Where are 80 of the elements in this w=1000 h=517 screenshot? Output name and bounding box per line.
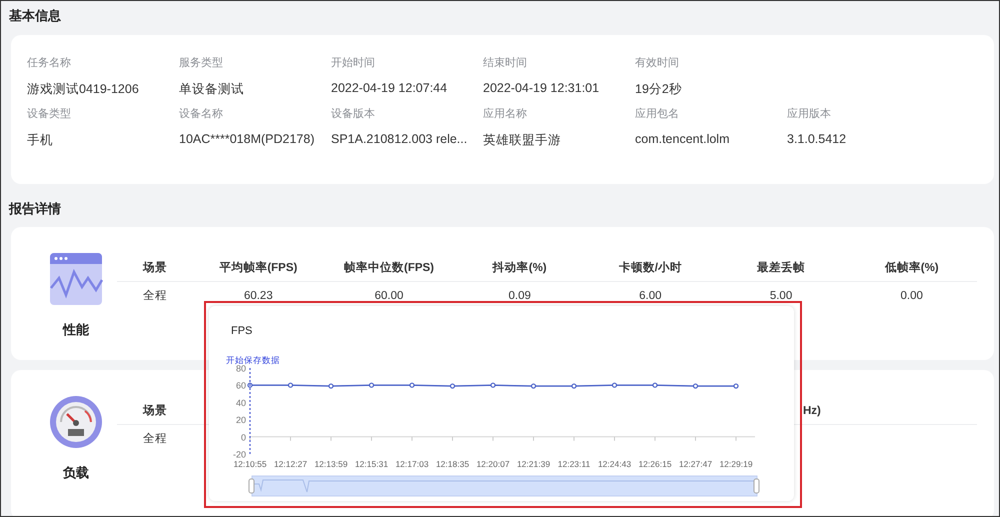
zoom-slider[interactable] bbox=[248, 476, 760, 496]
y-tick-label: 60 bbox=[236, 380, 246, 391]
column-header: 最差丢帧 bbox=[757, 260, 806, 275]
x-tick-label: 12:24:43 bbox=[598, 459, 632, 469]
field-value: 2022-04-19 12:31:01 bbox=[483, 81, 600, 95]
chart-title: FPS bbox=[231, 325, 252, 337]
card-title: 负载 bbox=[63, 464, 89, 482]
x-tick-label: 12:20:07 bbox=[476, 459, 510, 469]
x-tick-label: 12:29:19 bbox=[719, 459, 753, 469]
data-point bbox=[409, 382, 415, 388]
y-tick-label: 0 bbox=[240, 432, 246, 442]
column-header: 低帧率(%) bbox=[884, 260, 939, 275]
column-header: 场景 bbox=[143, 262, 167, 274]
table-cell: 0.09 bbox=[508, 290, 531, 302]
column-header: 抖动率(%) bbox=[492, 260, 547, 275]
field-value: 英雄联盟手游 bbox=[483, 132, 561, 149]
data-point bbox=[733, 383, 739, 389]
column-header: 平均帧率(FPS) bbox=[219, 260, 298, 275]
column-header: 卡顿数/小时 bbox=[618, 260, 682, 275]
data-point bbox=[571, 383, 577, 389]
field-label: 应用包名 bbox=[635, 106, 679, 121]
field-label: 应用版本 bbox=[787, 106, 831, 121]
gauge-icon bbox=[49, 395, 103, 449]
annotation-label: 开始保存数据 bbox=[226, 355, 280, 365]
field-label: 任务名称 bbox=[27, 56, 71, 70]
y-tick-label: -20 bbox=[232, 450, 246, 460]
x-tick-label: 12:23:11 bbox=[558, 459, 590, 469]
field-label: 服务类型 bbox=[179, 56, 223, 70]
x-tick-label: 12:27:47 bbox=[678, 459, 712, 469]
field-value: SP1A.210812.003 rele... bbox=[331, 132, 468, 146]
table-cell: 全程 bbox=[143, 290, 167, 302]
x-tick-label: 12:12:27 bbox=[274, 459, 308, 469]
field-value: 手机 bbox=[27, 132, 53, 149]
data-point bbox=[692, 383, 698, 389]
table-cell: 全程 bbox=[143, 433, 167, 445]
field-label: 设备版本 bbox=[331, 107, 375, 121]
section-title: 基本信息 bbox=[9, 7, 61, 25]
x-tick-label: 12:10:55 bbox=[233, 459, 267, 469]
field-label: 应用名称 bbox=[483, 106, 527, 121]
column-header: 场景 bbox=[143, 405, 167, 417]
section-title: 报告详情 bbox=[9, 200, 61, 218]
table-cell: 60.00 bbox=[374, 290, 404, 302]
x-tick-label: 12:13:59 bbox=[314, 459, 348, 469]
field-label: 设备类型 bbox=[27, 107, 71, 121]
y-tick-label: 80 bbox=[236, 364, 246, 374]
data-point bbox=[328, 383, 334, 389]
data-point bbox=[368, 382, 374, 388]
data-point bbox=[450, 383, 456, 389]
table-cell: 5.00 bbox=[770, 290, 792, 302]
chart-window-icon bbox=[49, 252, 103, 306]
table-cell: 60.23 bbox=[244, 290, 273, 302]
data-point bbox=[652, 382, 658, 388]
data-point bbox=[247, 382, 253, 388]
x-tick-label: 12:26:15 bbox=[638, 459, 672, 469]
field-value: 10AC****018M(PD2178) bbox=[179, 132, 314, 146]
data-point bbox=[288, 382, 294, 388]
column-header: Hz) bbox=[803, 404, 821, 416]
field-value: 19分2秒 bbox=[635, 81, 682, 98]
data-point bbox=[490, 382, 496, 388]
x-tick-label: 12:15:31 bbox=[354, 459, 388, 469]
field-value: 2022-04-19 12:07:44 bbox=[331, 81, 448, 95]
field-label: 有效时间 bbox=[635, 56, 679, 70]
table-cell: 0.00 bbox=[900, 290, 923, 302]
field-value: 单设备测试 bbox=[179, 81, 244, 98]
table-cell: 6.00 bbox=[639, 290, 662, 302]
field-label: 开始时间 bbox=[331, 56, 375, 70]
data-point bbox=[612, 382, 618, 388]
field-label: 结束时间 bbox=[483, 56, 527, 70]
data-point bbox=[530, 383, 536, 389]
field-value: 游戏测试0419-1206 bbox=[27, 81, 139, 98]
x-tick-label: 12:21:39 bbox=[516, 459, 550, 469]
x-tick-label: 12:17:03 bbox=[395, 459, 429, 469]
field-label: 设备名称 bbox=[179, 107, 223, 121]
field-value: 3.1.0.5412 bbox=[787, 132, 846, 146]
x-tick-label: 12:18:35 bbox=[436, 459, 470, 469]
field-value: com.tencent.lolm bbox=[635, 132, 730, 146]
column-header: 帧率中位数(FPS) bbox=[344, 260, 434, 275]
card-title: 性能 bbox=[63, 321, 89, 339]
y-tick-label: 20 bbox=[236, 415, 246, 426]
y-tick-label: 40 bbox=[236, 398, 246, 408]
